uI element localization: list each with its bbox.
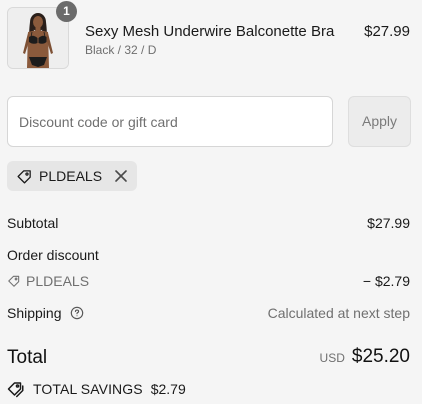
close-icon[interactable] — [114, 169, 128, 183]
quantity-badge: 1 — [56, 1, 77, 22]
apply-discount-button[interactable]: Apply — [348, 96, 411, 147]
shipping-line: Shipping — [7, 305, 84, 321]
product-name: Sexy Mesh Underwire Balconette Bra — [85, 23, 335, 40]
discount-field-container — [7, 96, 333, 147]
tag-icon — [7, 274, 21, 288]
applied-code-chip: PLDEALS — [7, 161, 138, 191]
help-circle-icon[interactable] — [70, 306, 84, 320]
savings-label: TOTAL SAVINGS — [33, 381, 143, 397]
total-label: Total — [7, 347, 48, 368]
tag-icon — [16, 168, 33, 185]
order-discount-code-line: PLDEALS — [7, 273, 89, 289]
total-amount: $25.20 — [351, 346, 410, 367]
shipping-label: Shipping — [7, 305, 62, 321]
total-value-group: USD $25.20 — [320, 346, 410, 368]
product-price: $27.99 — [364, 23, 410, 40]
applied-code-label: PLDEALS — [39, 168, 103, 184]
product-variant: Black / 32 / D — [85, 43, 157, 57]
savings-value: $2.79 — [150, 381, 186, 397]
shipping-value: Calculated at next step — [267, 305, 410, 321]
subtotal-label: Subtotal — [7, 215, 59, 231]
total-currency: USD — [319, 351, 345, 365]
subtotal-value: $27.99 — [367, 215, 410, 231]
discount-code-input[interactable] — [8, 97, 332, 146]
order-discount-label: Order discount — [7, 247, 99, 263]
total-savings: TOTAL SAVINGS $2.79 — [7, 380, 186, 398]
order-discount-code: PLDEALS — [26, 273, 90, 289]
double-tag-icon — [7, 380, 25, 398]
order-discount-value: − $2.79 — [362, 273, 410, 289]
